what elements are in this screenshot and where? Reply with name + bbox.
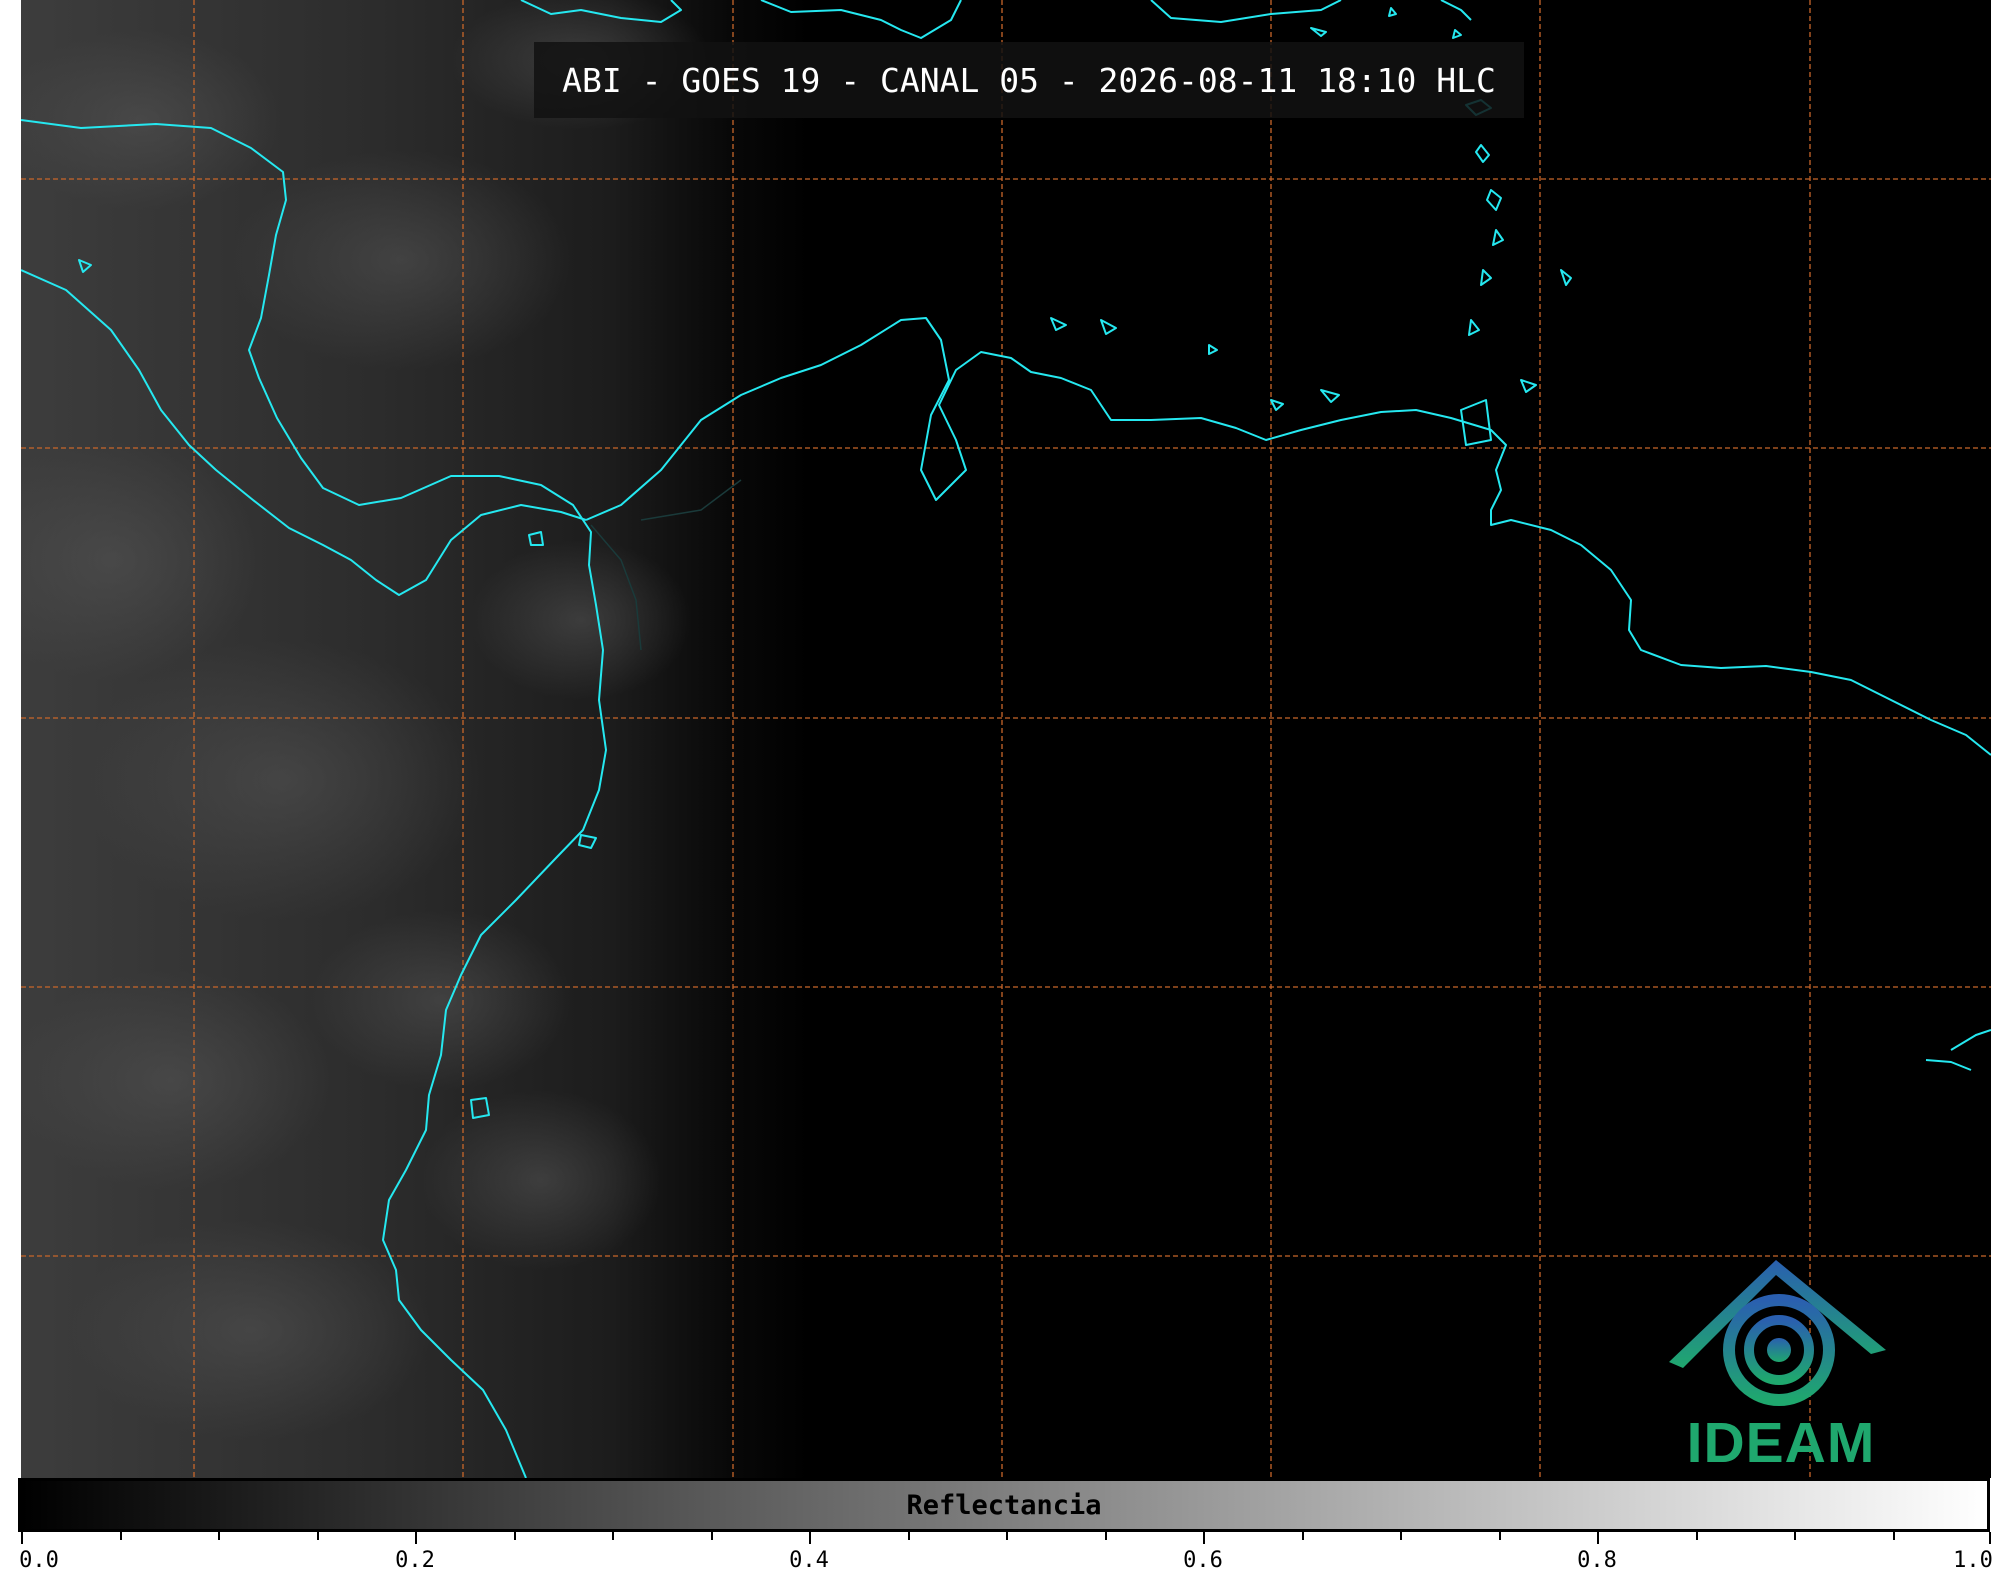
colorbar-major-tick <box>1597 1532 1599 1544</box>
colorbar-minor-tick <box>1794 1532 1796 1540</box>
colorbar-major-tick <box>1989 1532 1991 1544</box>
colorbar-tick-label: 0.2 <box>395 1548 435 1573</box>
colorbar: Reflectancia <box>18 1478 1990 1532</box>
colorbar-minor-tick <box>907 1532 910 1540</box>
colorbar-minor-tick <box>316 1532 319 1540</box>
satellite-map: ABI - GOES 19 - CANAL 05 - 2026-08-11 18… <box>21 0 1991 1478</box>
colorbar-major-tick <box>415 1532 417 1544</box>
colorbar-tick-label: 0.4 <box>789 1548 829 1573</box>
colorbar-minor-tick <box>612 1532 614 1540</box>
colorbar-minor-tick <box>1892 1532 1895 1540</box>
colorbar-minor-tick <box>218 1532 220 1540</box>
ideam-emblem <box>1669 1260 1886 1406</box>
ideam-logo-text: IDEAM <box>1686 1411 1876 1475</box>
colorbar-axis: 0.0 0.2 0.4 0.6 0.8 1.0 <box>19 1532 1993 1577</box>
colorbar-tick-label: 0.6 <box>1183 1548 1223 1573</box>
colorbar-tick-label: 0.0 <box>19 1548 59 1573</box>
colorbar-minor-tick <box>1301 1532 1304 1540</box>
colorbar-tick-label: 0.8 <box>1577 1548 1617 1573</box>
colorbar-major-tick <box>1203 1532 1205 1544</box>
colorbar-major-tick <box>809 1532 811 1544</box>
colorbar-minor-tick <box>119 1532 122 1540</box>
colorbar-minor-tick <box>513 1532 516 1540</box>
colorbar-label: Reflectancia <box>906 1489 1102 1521</box>
colorbar-minor-tick <box>1104 1532 1107 1540</box>
ideam-logo: IDEAM <box>1661 1250 1901 1475</box>
colorbar-minor-tick <box>1498 1532 1501 1540</box>
colorbar-minor-tick <box>1695 1532 1698 1540</box>
colorbar-minor-tick <box>1006 1532 1008 1540</box>
colorbar-minor-tick <box>1400 1532 1402 1540</box>
colorbar-minor-tick <box>710 1532 713 1540</box>
colorbar-major-tick <box>21 1532 23 1544</box>
map-title: ABI - GOES 19 - CANAL 05 - 2026-08-11 18… <box>534 42 1524 118</box>
colorbar-tick-label: 1.0 <box>1953 1548 1993 1573</box>
